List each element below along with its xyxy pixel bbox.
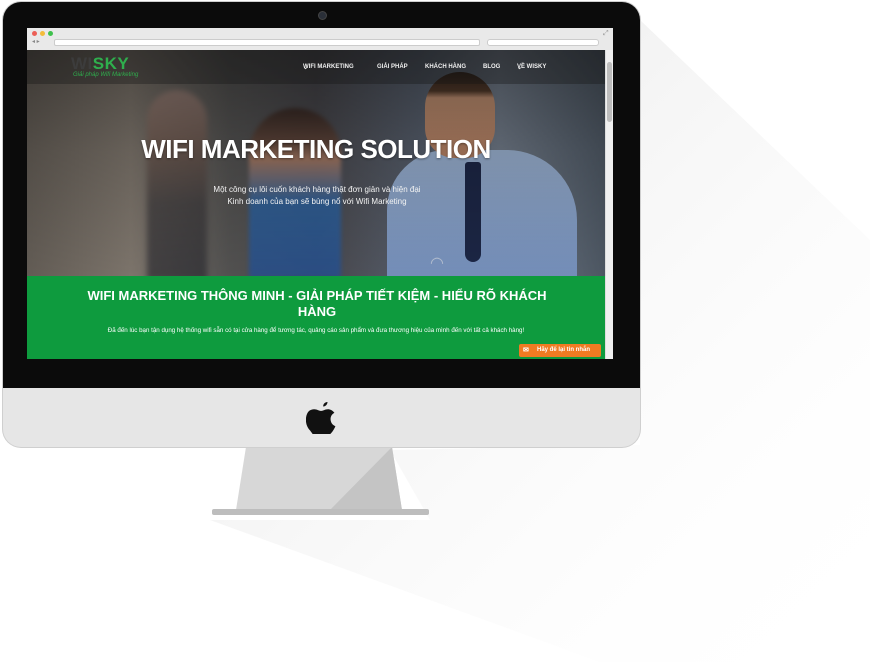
camera-icon bbox=[318, 11, 327, 20]
back-forward-icon[interactable]: ◂ ▸ bbox=[32, 39, 48, 46]
envelope-icon: ✉ bbox=[523, 347, 529, 354]
menu-item-giai-phap[interactable]: GIẢI PHÁP bbox=[377, 64, 408, 70]
apple-logo-icon bbox=[306, 401, 336, 434]
leave-message-label: Hãy để lại tin nhắn bbox=[537, 347, 591, 353]
logo-tagline: Giải pháp Wifi Marketing bbox=[73, 72, 139, 78]
leave-message-button[interactable]: ✉ Hãy để lại tin nhắn bbox=[519, 344, 601, 357]
banner-text: Đã đến lúc bạn tận dụng hệ thống wifi sẵ… bbox=[107, 327, 525, 334]
menu-item-label: WIFI MARKETING bbox=[303, 64, 354, 70]
chevron-down-icon: ⌄ bbox=[517, 65, 523, 71]
close-window-icon[interactable] bbox=[32, 31, 37, 36]
hero-title: WIFI MARKETING SOLUTION bbox=[141, 134, 491, 164]
hero-subtitle-line-2: Kinh doanh của bạn sẽ bùng nổ với Wifi M… bbox=[227, 197, 407, 206]
address-bar[interactable] bbox=[54, 39, 480, 46]
hero-subtitle-line-1: Một công cụ lôi cuốn khách hàng thật đơn… bbox=[213, 185, 421, 194]
browser-toolbar: ◂ ▸ ⤢ bbox=[27, 28, 613, 51]
page-scrollbar[interactable] bbox=[605, 50, 613, 359]
screen: ◂ ▸ ⤢ ◠ WISKY Giải pháp Wifi Marketing W… bbox=[27, 28, 613, 359]
browser-search-field[interactable] bbox=[487, 39, 599, 46]
banner-title: WIFI MARKETING THÔNG MINH - GIẢI PHÁP TI… bbox=[87, 288, 547, 319]
menu-item-khach-hang[interactable]: KHÁCH HÀNG bbox=[425, 64, 466, 70]
hero-section: ◠ WISKY Giải pháp Wifi Marketing WIFI MA… bbox=[27, 50, 605, 276]
logo-text-sky: SKY bbox=[92, 54, 130, 73]
chevron-down-icon: ⌄ bbox=[303, 65, 309, 71]
minimize-window-icon[interactable] bbox=[40, 31, 45, 36]
scrollbar-thumb[interactable] bbox=[607, 62, 612, 122]
fullscreen-icon[interactable]: ⤢ bbox=[603, 30, 609, 38]
menu-item-blog[interactable]: BLOG bbox=[483, 64, 500, 70]
maximize-window-icon[interactable] bbox=[48, 31, 53, 36]
wisky-logo[interactable]: WISKY bbox=[71, 55, 129, 73]
logo-text-wi: WI bbox=[71, 54, 93, 73]
hero-subtitle: Một công cụ lôi cuốn khách hàng thật đơn… bbox=[167, 184, 467, 208]
site-header: WISKY Giải pháp Wifi Marketing WIFI MARK… bbox=[27, 50, 605, 84]
